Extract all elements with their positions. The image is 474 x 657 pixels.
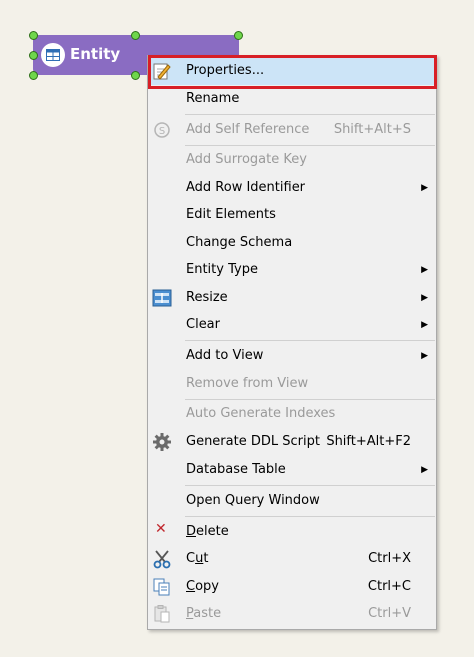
menu-item-clear[interactable]: Clear ▶ xyxy=(148,311,436,339)
svg-text:S: S xyxy=(159,126,165,137)
self-reference-icon: S xyxy=(152,120,172,140)
menu-separator xyxy=(185,340,435,341)
resize-handle-tl[interactable] xyxy=(29,31,38,40)
resize-handle-bl[interactable] xyxy=(29,71,38,80)
menu-item-rename[interactable]: Rename xyxy=(148,85,436,113)
scissors-icon xyxy=(152,549,172,569)
resize-handle-bm[interactable] xyxy=(131,71,140,80)
resize-handle-tr[interactable] xyxy=(234,31,243,40)
submenu-arrow-icon: ▶ xyxy=(421,293,428,303)
menu-item-generate-ddl-script[interactable]: Generate DDL Script Shift+Alt+F2 xyxy=(148,428,436,456)
delete-icon: ✕ xyxy=(155,521,167,537)
submenu-arrow-icon: ▶ xyxy=(421,351,428,361)
menu-item-change-schema[interactable]: Change Schema xyxy=(148,229,436,257)
menu-item-cut[interactable]: Cut Ctrl+X xyxy=(148,545,436,573)
menu-item-add-row-identifier[interactable]: Add Row Identifier ▶ xyxy=(148,174,436,202)
menu-item-open-query-window[interactable]: Open Query Window xyxy=(148,487,436,515)
gear-icon xyxy=(152,432,172,452)
menu-item-database-table[interactable]: Database Table ▶ xyxy=(148,456,436,484)
menu-item-add-to-view[interactable]: Add to View ▶ xyxy=(148,342,436,370)
menu-item-properties[interactable]: Properties... xyxy=(148,57,436,85)
resize-handle-tm[interactable] xyxy=(131,31,140,40)
menu-separator xyxy=(185,516,435,517)
submenu-arrow-icon: ▶ xyxy=(421,465,428,475)
menu-separator xyxy=(185,114,435,115)
menu-item-paste: Paste Ctrl+V xyxy=(148,600,436,628)
menu-separator xyxy=(185,485,435,486)
resize-icon xyxy=(152,288,172,308)
menu-item-edit-elements[interactable]: Edit Elements xyxy=(148,201,436,229)
menu-item-entity-type[interactable]: Entity Type ▶ xyxy=(148,256,436,284)
table-icon xyxy=(41,43,65,67)
paste-icon xyxy=(152,604,172,624)
menu-item-copy[interactable]: Copy Ctrl+C xyxy=(148,573,436,601)
menu-item-remove-from-view: Remove from View xyxy=(186,376,309,391)
menu-item-add-self-reference: S Add Self Reference Shift+Alt+S xyxy=(148,116,436,144)
submenu-arrow-icon: ▶ xyxy=(421,183,428,193)
menu-item-add-surrogate-key: Add Surrogate Key xyxy=(186,152,307,167)
menu-item-auto-generate-indexes: Auto Generate Indexes xyxy=(186,406,336,421)
copy-icon xyxy=(152,577,172,597)
menu-item-resize[interactable]: Resize ▶ xyxy=(148,284,436,312)
entity-label: Entity xyxy=(70,45,121,63)
resize-handle-ml[interactable] xyxy=(29,51,38,60)
submenu-arrow-icon: ▶ xyxy=(421,265,428,275)
properties-icon xyxy=(152,61,172,81)
menu-item-delete[interactable]: ✕ Delete xyxy=(148,518,436,546)
submenu-arrow-icon: ▶ xyxy=(421,320,428,330)
context-menu: Properties... Rename S Add Self Referenc… xyxy=(147,55,437,630)
